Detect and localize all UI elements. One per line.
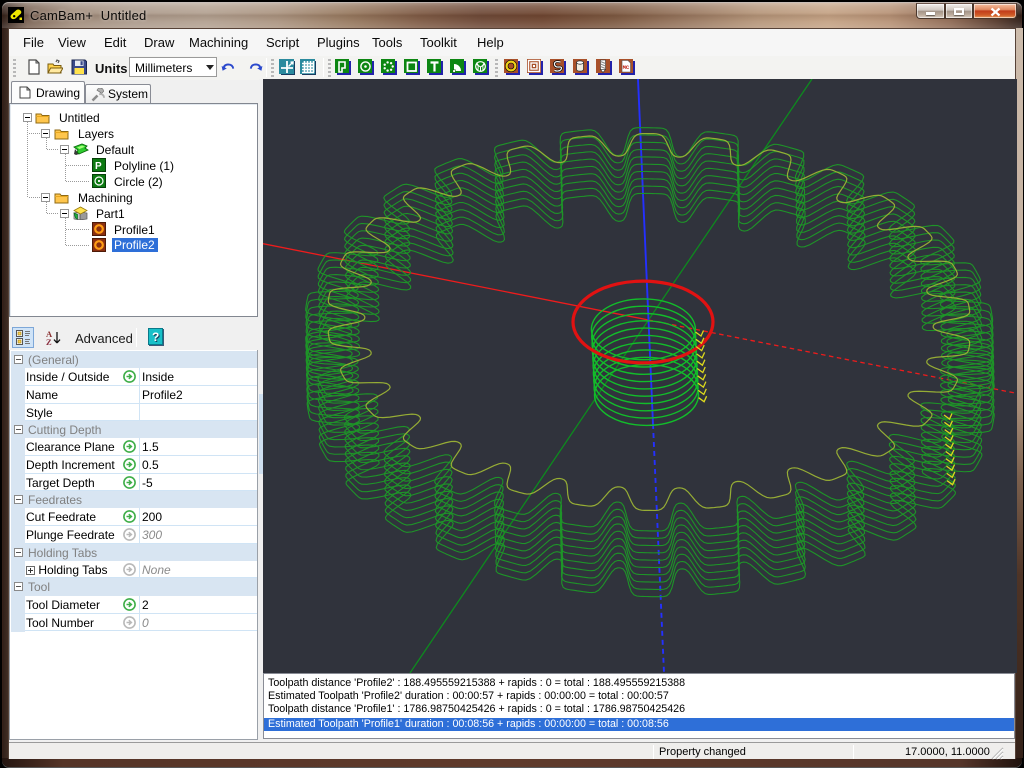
- svg-text:Z: Z: [46, 337, 52, 346]
- svg-text:MC: MC: [623, 64, 630, 71]
- svg-text:P: P: [95, 161, 102, 172]
